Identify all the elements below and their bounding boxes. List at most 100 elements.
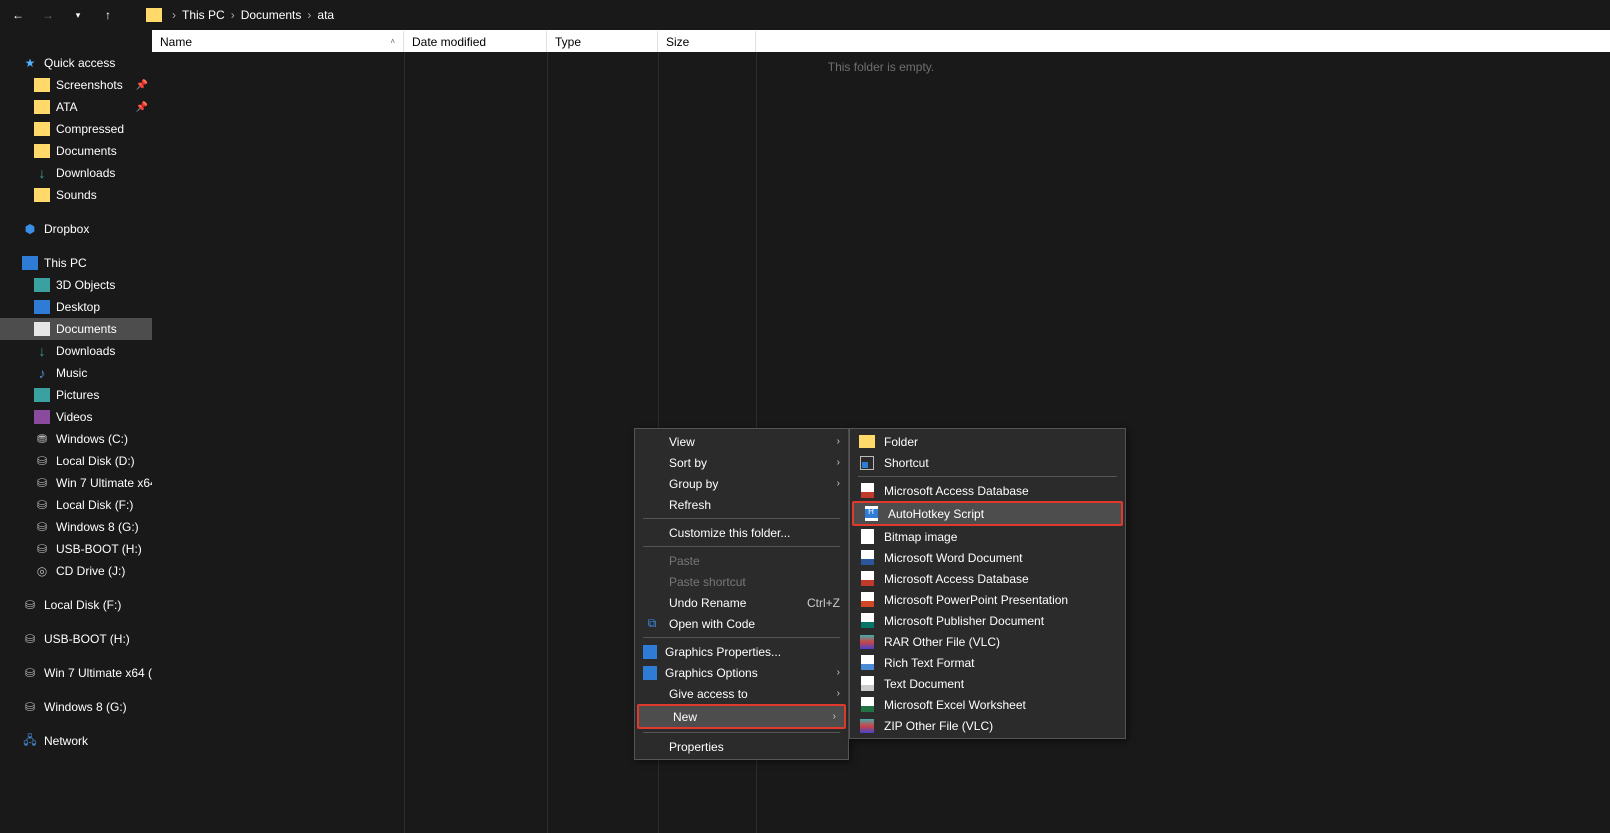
sidebar-item[interactable]: ⛁Windows 8 (G:) [0,516,152,538]
sidebar-item[interactable]: ⛃Windows (C:) [0,428,152,450]
drive-icon: ⛁ [34,498,50,512]
dropbox-icon: ⬢ [22,222,38,236]
ctx-new[interactable]: New› [639,706,844,727]
sidebar-item-label: Music [56,366,87,380]
menu-separator [643,546,840,547]
pin-icon: 📌 [136,102,148,113]
sidebar-item[interactable]: Documents [0,318,152,340]
new-folder[interactable]: Folder [850,431,1125,452]
new-microsoft-access-database[interactable]: Microsoft Access Database [850,480,1125,501]
sidebar-item[interactable]: ↓Downloads [0,340,152,362]
sidebar-item[interactable]: ⛁Win 7 Ultimate x64 [0,472,152,494]
ctx-view[interactable]: View› [635,431,848,452]
chevron-right-icon: › [837,457,840,468]
column-header-name[interactable]: Name ˄ [152,31,404,52]
chevron-right-icon: › [837,478,840,489]
sidebar-item-label: Windows 8 (G:) [44,700,127,714]
sidebar-item[interactable]: Screenshots📌 [0,74,152,96]
chevron-right-icon: › [837,688,840,699]
sidebar-item[interactable]: ⛁ Windows 8 (G:) [0,696,152,718]
file-type-icon [861,676,874,691]
breadcrumb-documents[interactable]: Documents [241,8,302,22]
file-type-icon [860,719,874,733]
sidebar-item-label: Win 7 Ultimate x64 (E [44,666,152,680]
breadcrumb[interactable]: › This PC › Documents › ata [172,8,334,22]
sidebar-item[interactable]: ♪ Music [0,362,152,384]
sidebar-quick-access[interactable]: ★ Quick access [0,52,152,74]
sidebar-item[interactable]: ⛁USB-BOOT (H:) [0,538,152,560]
3d-icon [34,278,50,292]
breadcrumb-root[interactable]: This PC [182,8,225,22]
up-button[interactable]: ↑ [98,5,118,25]
sidebar-this-pc[interactable]: This PC [0,252,152,274]
new-microsoft-publisher-document[interactable]: Microsoft Publisher Document [850,610,1125,631]
sidebar-dropbox[interactable]: ⬢ Dropbox [0,218,152,240]
menu-separator [643,732,840,733]
ctx-sort-by[interactable]: Sort by› [635,452,848,473]
column-header-type[interactable]: Type [547,31,658,52]
sidebar-item[interactable]: ATA📌 [0,96,152,118]
ctx-undo-rename[interactable]: Undo RenameCtrl+Z [635,592,848,613]
new-zip-other-file-vlc-[interactable]: ZIP Other File (VLC) [850,715,1125,736]
sidebar-item[interactable]: ⛁Local Disk (F:) [0,494,152,516]
sidebar-item[interactable]: Sounds [0,184,152,206]
sidebar-item[interactable]: Videos [0,406,152,428]
ctx-graphics-options[interactable]: Graphics Options› [635,662,848,683]
new-autohotkey-script[interactable]: AutoHotkey Script [854,503,1121,524]
sidebar-item[interactable]: ⛁Local Disk (F:) [0,594,152,616]
breadcrumb-ata[interactable]: ata [317,8,334,22]
ctx-refresh[interactable]: Refresh [635,494,848,515]
ctx-give-access-to[interactable]: Give access to› [635,683,848,704]
ctx-open-with-code[interactable]: ⧉Open with Code [635,613,848,634]
sidebar-item-label: Pictures [56,388,99,402]
column-header-date[interactable]: Date modified [404,31,547,52]
shortcut-icon [860,456,874,470]
new-text-document[interactable]: Text Document [850,673,1125,694]
docs-icon [34,322,50,336]
forward-button[interactable]: → [38,5,58,25]
column-label: Date modified [412,35,486,49]
ctx-customize-folder[interactable]: Customize this folder... [635,522,848,543]
chevron-right-icon: › [837,436,840,447]
new-rar-other-file-vlc-[interactable]: RAR Other File (VLC) [850,631,1125,652]
music-icon: ♪ [34,366,50,380]
sidebar-item[interactable]: 3D Objects [0,274,152,296]
sidebar-item[interactable]: ⛁ Win 7 Ultimate x64 (E [0,662,152,684]
new-shortcut[interactable]: Shortcut [850,452,1125,473]
menu-separator [643,518,840,519]
new-microsoft-excel-worksheet[interactable]: Microsoft Excel Worksheet [850,694,1125,715]
back-button[interactable]: ← [8,5,28,25]
ctx-graphics-properties[interactable]: Graphics Properties... [635,641,848,662]
drive-icon: ⛁ [34,476,50,490]
recent-dropdown-icon[interactable]: ▾ [68,5,88,25]
drive-icon: ⛁ [22,666,38,680]
sidebar-item[interactable]: Documents [0,140,152,162]
sidebar-item[interactable]: Pictures [0,384,152,406]
ctx-properties[interactable]: Properties [635,736,848,757]
chevron-right-icon: › [172,8,176,22]
sidebar-item[interactable]: ⛁Local Disk (D:) [0,450,152,472]
desktop-icon [34,300,50,314]
column-header-size[interactable]: Size [658,31,756,52]
sidebar-item-label: Sounds [56,188,97,202]
sidebar-item[interactable]: Compressed [0,118,152,140]
sidebar-network[interactable]: 🖧 Network [0,730,152,752]
chevron-right-icon: › [837,667,840,678]
sidebar-item[interactable]: ↓Downloads [0,162,152,184]
download-icon: ↓ [34,166,50,180]
sidebar-item[interactable]: Desktop [0,296,152,318]
drive-icon: ⛁ [22,700,38,714]
chevron-right-icon: › [833,711,836,722]
sidebar-item[interactable]: ◎CD Drive (J:) [0,560,152,582]
sidebar-item-label: Quick access [44,56,115,70]
ctx-group-by[interactable]: Group by› [635,473,848,494]
new-microsoft-access-database[interactable]: Microsoft Access Database [850,568,1125,589]
new-microsoft-powerpoint-presentation[interactable]: Microsoft PowerPoint Presentation [850,589,1125,610]
sidebar-item[interactable]: ⛁USB-BOOT (H:) [0,628,152,650]
sidebar-item-label: Local Disk (F:) [44,598,121,612]
sidebar-item-label: Screenshots [56,78,123,92]
new-bitmap-image[interactable]: Bitmap image [850,526,1125,547]
new-microsoft-word-document[interactable]: Microsoft Word Document [850,547,1125,568]
drive-icon: ⛁ [34,542,50,556]
new-rich-text-format[interactable]: Rich Text Format [850,652,1125,673]
